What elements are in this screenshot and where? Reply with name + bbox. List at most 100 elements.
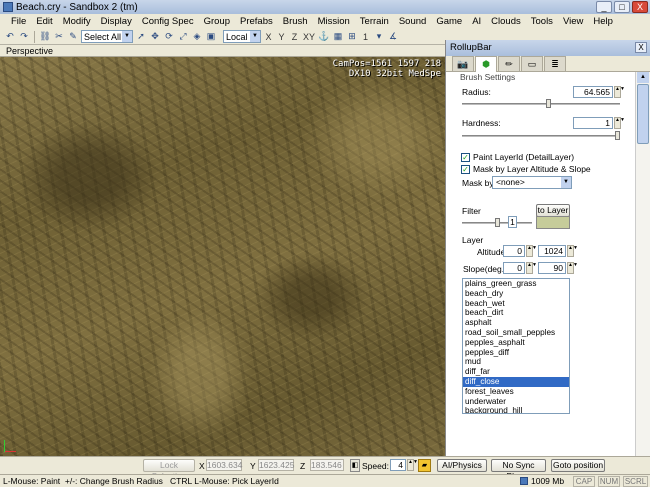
slope-max-spinner[interactable]: ▲▼ [567,262,578,274]
layer-list-item[interactable]: beach_wet [463,299,569,309]
menu-ai[interactable]: AI [467,16,486,27]
unlink-icon[interactable]: ✂ [53,31,65,43]
altitude-max-input[interactable]: 1024 [538,245,566,257]
no-sync-player-button[interactable]: No Sync Player [491,459,546,481]
radius-input[interactable]: 64.565 [573,86,613,98]
mask-altitude-checkbox[interactable]: ✓ [461,164,470,174]
link-icon[interactable]: ⛓ [39,31,51,43]
menu-terrain[interactable]: Terrain [355,16,394,27]
redo-icon[interactable]: ↷ [18,31,30,43]
menu-sound[interactable]: Sound [394,16,431,27]
selection-mask-select[interactable]: Select All ▼ [81,30,133,43]
menu-clouds[interactable]: Clouds [486,16,526,27]
grid-snap-icon[interactable]: ▦ [332,31,344,43]
y-coordinate-field[interactable]: 1623.425 [258,459,294,471]
menu-edit[interactable]: Edit [31,16,57,27]
menu-modify[interactable]: Modify [58,16,96,27]
axis-xy-button[interactable]: XY [302,32,316,42]
slope-min-input[interactable]: 0 [503,262,525,274]
paint-layer-checkbox-row[interactable]: ✓ Paint LayerId (DetailLayer) [461,152,574,162]
layer-list-item[interactable]: forest_leaves [463,387,569,397]
perspective-viewport[interactable]: CamPos=1561 1597 218 DX10 32bit MedSpe [0,57,445,456]
speed-input[interactable]: 4 [390,459,406,471]
menu-prefabs[interactable]: Prefabs [235,16,278,27]
layer-list-item[interactable]: diff_far [463,367,569,377]
minimize-button[interactable]: _ [596,1,612,13]
menu-config-spec[interactable]: Config Spec [137,16,199,27]
lock-selection-button[interactable]: Lock Selection [143,459,195,481]
radius-spinner[interactable]: ▲▼ [614,86,625,98]
x-coordinate-field[interactable]: 1603.634 [206,459,242,471]
layer-list-item[interactable]: asphalt [463,318,569,328]
tab-modeling[interactable]: ✏ [498,56,520,71]
mask-by-select[interactable]: <none> ▼ [492,176,572,189]
scale-icon[interactable]: ⤢ [177,31,189,43]
layer-list-item[interactable]: background_hill [463,406,569,413]
scroll-up-arrow[interactable]: ▲ [637,72,649,83]
undo-icon[interactable]: ↶ [4,31,16,43]
menu-mission[interactable]: Mission [313,16,355,27]
tab-objects[interactable]: 📷 [452,56,474,71]
z-coordinate-field[interactable]: 183.546 [310,459,344,471]
angle-snap-icon[interactable]: ∡ [387,31,399,43]
menu-group[interactable]: Group [199,16,235,27]
hardness-spinner[interactable]: ▲▼ [614,117,625,129]
slope-min-spinner[interactable]: ▲▼ [526,262,537,274]
layer-list-item[interactable]: road_soil_small_pepples [463,328,569,338]
axis-y-button[interactable]: Y [276,32,287,42]
maximize-button[interactable]: □ [614,1,630,13]
folder-icon[interactable]: ▰ [418,459,431,472]
slope-max-input[interactable]: 90 [538,262,566,274]
viewport-label[interactable]: Perspective [6,46,53,56]
rollup-close-button[interactable]: X [635,42,647,53]
menu-help[interactable]: Help [588,16,618,27]
hardness-slider-knob[interactable] [615,131,620,140]
coord-system-select[interactable]: Local ▼ [223,30,261,43]
filter-value-field[interactable]: 1 [508,216,517,228]
layer-list-item[interactable]: underwater [463,397,569,407]
menu-tools[interactable]: Tools [526,16,558,27]
rollup-scrollbar[interactable]: ▲ [635,72,650,456]
menu-game[interactable]: Game [431,16,467,27]
hardness-input[interactable]: 1 [573,117,613,129]
radius-slider[interactable] [462,99,620,109]
tab-layers[interactable]: ≣ [544,56,566,71]
altitude-min-spinner[interactable]: ▲▼ [526,245,537,257]
menu-file[interactable]: File [6,16,31,27]
mask-altitude-checkbox-row[interactable]: ✓ Mask by Layer Altitude & Slope [461,164,591,174]
layer-list-item[interactable]: diff_close [463,376,569,387]
paint-layer-checkbox[interactable]: ✓ [461,152,470,162]
layer-list-item[interactable]: mud [463,357,569,367]
filter-slider-knob[interactable] [494,218,500,227]
hardness-slider[interactable] [462,131,620,141]
ai-physics-button[interactable]: AI/Physics [437,459,487,472]
grid-icon[interactable]: ⊞ [346,31,358,43]
layer-list-item[interactable]: beach_dirt [463,308,569,318]
menu-brush[interactable]: Brush [278,16,313,27]
layer-list-item[interactable]: beach_dry [463,289,569,299]
altitude-max-spinner[interactable]: ▲▼ [567,245,578,257]
move-icon[interactable]: ✥ [149,31,161,43]
brush-icon[interactable]: ✎ [67,31,79,43]
grid-size-value[interactable]: 1 [360,32,371,42]
grid-dropdown-icon[interactable]: ▾ [373,31,385,43]
layer-list-item[interactable]: pepples_diff [463,348,569,358]
speed-lock-icon[interactable]: ◧ [350,459,360,472]
terrain-follow-icon[interactable]: ⚓ [318,31,330,43]
tab-display[interactable]: ▭ [521,56,543,71]
radius-slider-knob[interactable] [546,99,552,108]
layer-list-item[interactable]: plains_green_grass [463,279,569,289]
snap-icon[interactable]: ◈ [191,31,203,43]
filter-slider[interactable] [462,218,532,228]
scrollbar-thumb[interactable] [637,84,649,144]
speed-spinner[interactable]: ▲▼ [407,459,418,471]
altitude-min-input[interactable]: 0 [503,245,525,257]
menu-view[interactable]: View [558,16,588,27]
filter-color-swatch[interactable] [536,216,570,229]
terrain-snap-icon[interactable]: ▣ [205,31,217,43]
layer-list[interactable]: plains_green_grass beach_dry beach_wet beac… [462,278,570,414]
layer-list-item[interactable]: pepples_asphalt [463,338,569,348]
tab-terrain[interactable]: ⬢ [475,56,497,72]
select-arrow-icon[interactable]: ➚ [135,31,147,43]
axis-z-button[interactable]: Z [289,32,300,42]
